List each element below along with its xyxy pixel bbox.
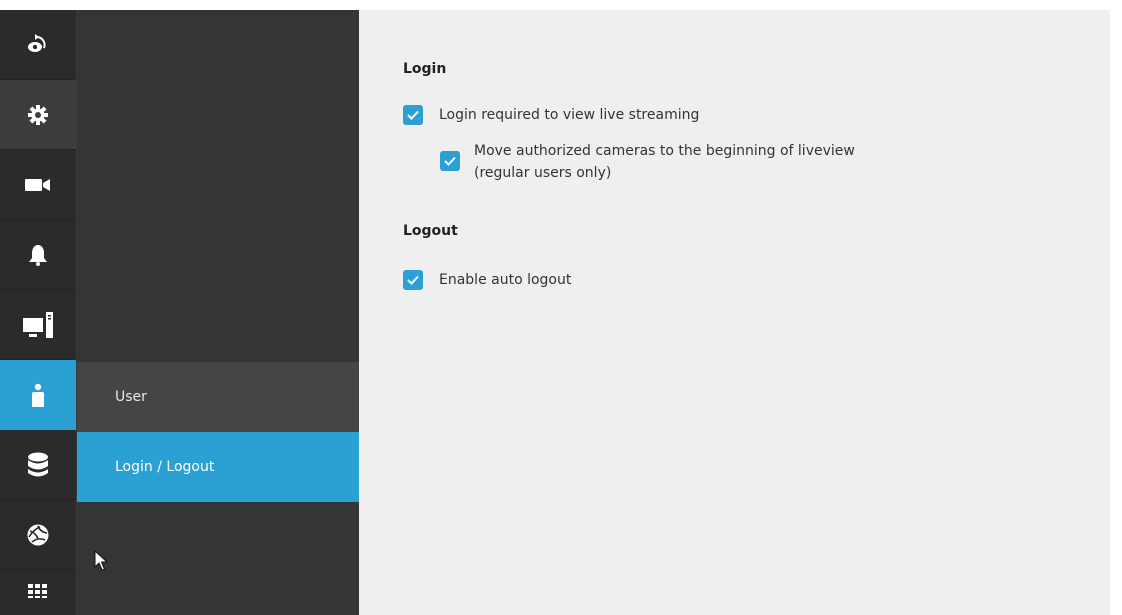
move-cameras-option[interactable]: Move authorized cameras to the beginning… [440,140,855,184]
submenu-item-label: Login / Logout [115,459,215,475]
submenu-panel: User Login / Logout [77,10,359,615]
login-logout-settings: Login Login required to view live stream… [359,10,1110,615]
gear-icon [27,104,49,126]
camera-icon [25,177,51,193]
rail-item-storage[interactable] [0,430,76,500]
login-required-option[interactable]: Login required to view live streaming [403,105,699,125]
move-cameras-label: Move authorized cameras to the beginning… [474,140,855,184]
main-nav-rail [0,10,77,615]
move-cameras-label-line1: Move authorized cameras to the beginning… [474,143,855,159]
rail-item-camera[interactable] [0,150,76,220]
computer-icon [23,311,53,338]
login-required-label: Login required to view live streaming [439,107,700,123]
rail-item-network[interactable] [0,500,76,570]
app-window: User Login / Logout Login Login required… [0,10,1110,615]
apps-grid-icon [28,584,48,598]
user-icon [30,383,46,407]
rail-item-apps[interactable] [0,570,76,615]
move-cameras-checkbox[interactable] [440,151,460,171]
network-globe-icon [26,523,50,547]
submenu-item-login-logout[interactable]: Login / Logout [77,432,359,502]
login-section-title: Login [403,61,447,77]
login-required-checkbox[interactable] [403,105,423,125]
submenu-item-user[interactable]: User [77,362,359,432]
submenu-item-label: User [115,389,147,405]
auto-logout-option[interactable]: Enable auto logout [403,270,571,290]
rail-item-system[interactable] [0,290,76,360]
rail-item-events[interactable] [0,220,76,290]
auto-logout-label: Enable auto logout [439,272,572,288]
bell-icon [28,244,48,266]
checkmark-icon [407,275,419,285]
auto-logout-checkbox[interactable] [403,270,423,290]
checkmark-icon [444,156,456,166]
move-cameras-label-line2: (regular users only) [474,165,612,181]
rail-item-settings[interactable] [0,80,76,150]
rail-item-user[interactable] [0,360,76,430]
mouse-cursor-icon [94,549,109,576]
checkmark-icon [407,110,419,120]
database-icon [27,452,49,478]
live-view-icon [26,33,50,56]
rail-item-live-view[interactable] [0,10,76,80]
logout-section-title: Logout [403,223,458,239]
